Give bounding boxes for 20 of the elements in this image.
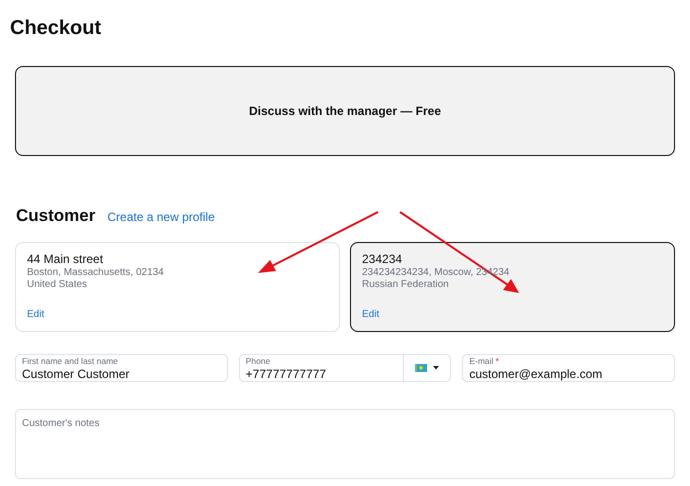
manager-option[interactable]: Discuss with the manager — Free [15,66,675,156]
flag-icon [415,364,428,372]
field-label: First name and last name [22,357,118,366]
country-select-button[interactable] [403,354,452,382]
field-label: E-mail [469,357,494,366]
address-line: United States [27,278,88,291]
required-mark: * [495,357,499,366]
address-line: Boston, Massachusetts, 02134 [27,266,165,279]
profile-title: 44 Main street [27,252,104,267]
create-profile-link[interactable]: Create a new profile [107,208,215,226]
page-title: Checkout [10,16,102,38]
profile-card[interactable]: 44 Main street Boston, Massachusetts, 02134 United States Edit [15,242,340,332]
section-heading: Customer [16,206,96,226]
edit-link[interactable]: Edit [362,307,380,322]
field-label: Phone [246,357,270,366]
notes-field[interactable]: Customer's notes [15,409,675,480]
edit-link[interactable]: Edit [27,307,44,322]
profile-title: 234234 [362,252,404,267]
address-line: Russian Federation [362,278,450,291]
caret-icon [433,366,440,370]
